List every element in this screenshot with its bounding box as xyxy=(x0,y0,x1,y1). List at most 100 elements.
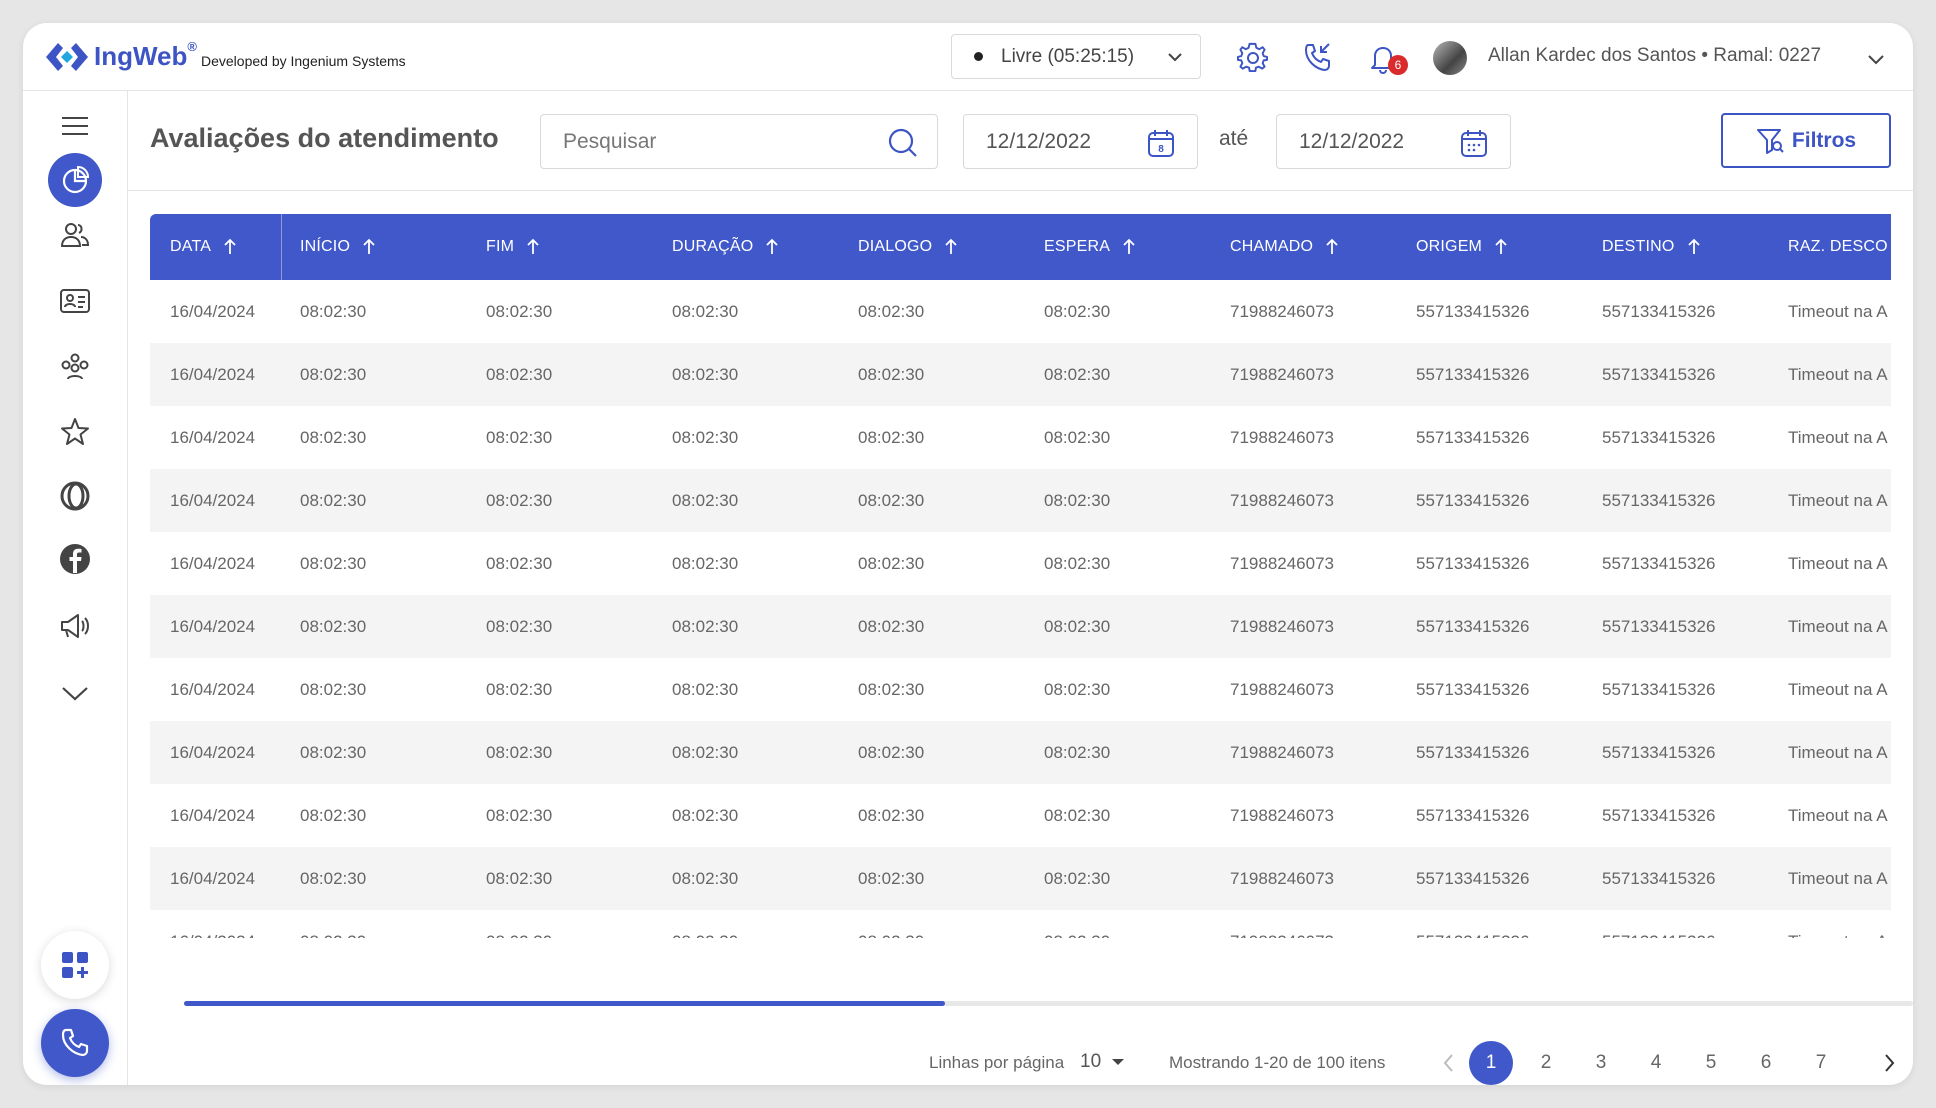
phone-history-icon[interactable] xyxy=(1301,41,1335,75)
table-cell: 557133415326 xyxy=(1416,365,1530,384)
chevron-left-icon[interactable] xyxy=(1440,1051,1458,1075)
column-header[interactable]: RAZ. DESCO xyxy=(1788,214,1888,280)
sort-arrow-icon[interactable] xyxy=(362,238,376,256)
phone-icon xyxy=(61,1028,89,1057)
table-cell: 08:02:30 xyxy=(486,617,553,636)
sidebar-item-groups[interactable] xyxy=(48,339,102,393)
sort-arrow-icon[interactable] xyxy=(1325,238,1339,256)
search-input[interactable] xyxy=(563,129,883,154)
sort-arrow-icon[interactable] xyxy=(944,238,958,256)
page-button-2[interactable]: 2 xyxy=(1524,1041,1568,1085)
chevron-right-icon[interactable] xyxy=(1880,1051,1898,1075)
column-header[interactable]: ORIGEM xyxy=(1416,214,1508,280)
sidebar-item-users[interactable] xyxy=(48,208,102,262)
table-cell: 557133415326 xyxy=(1416,617,1530,636)
call-button[interactable] xyxy=(41,1009,109,1077)
sidebar-item-campaigns[interactable] xyxy=(48,599,102,653)
table-cell: 16/04/2024 xyxy=(170,428,256,447)
table-cell: 71988246073 xyxy=(1230,743,1335,762)
column-header[interactable]: INÍCIO xyxy=(300,214,376,280)
column-header[interactable]: DATA xyxy=(170,214,237,280)
table-cell: 08:02:30 xyxy=(858,910,924,938)
table-row[interactable]: 16/04/2024 08:02:30 08:02:30 08:02:30 08:02:… xyxy=(150,784,1891,847)
sort-arrow-icon[interactable] xyxy=(223,238,237,256)
table-cell: Timeout na A xyxy=(1788,302,1888,321)
page-button-4[interactable]: 4 xyxy=(1634,1041,1678,1085)
rows-per-page-select[interactable]: 10 xyxy=(1080,1051,1125,1073)
table-row[interactable]: 16/04/2024 08:02:30 08:02:30 08:02:30 08:02:… xyxy=(150,532,1891,595)
table-cell: 08:02:30 xyxy=(672,491,739,510)
date-to-field[interactable]: 12/12/2022 xyxy=(1276,114,1511,169)
page-button-5[interactable]: 5 xyxy=(1689,1041,1733,1085)
table-cell: Timeout na A xyxy=(1788,365,1888,384)
table-cell: 71988246073 xyxy=(1230,680,1335,699)
toolbar-divider xyxy=(128,190,1913,191)
table-row[interactable]: 16/04/2024 08:02:30 08:02:30 08:02:30 08:02:… xyxy=(150,910,1891,938)
scrollbar-thumb[interactable] xyxy=(184,1001,945,1006)
data-table[interactable]: DATA INÍCIO FIM DURAÇÃO DIALOGO ESPERA CHAMADO… xyxy=(150,214,1891,938)
table-cell: 557133415326 xyxy=(1602,869,1716,888)
table-row[interactable]: 16/04/2024 08:02:30 08:02:30 08:02:30 08:02:… xyxy=(150,595,1891,658)
search-icon[interactable] xyxy=(887,127,919,159)
date-from-field[interactable]: 12/12/2022 8 xyxy=(963,114,1198,169)
status-dot xyxy=(974,52,983,61)
column-header[interactable]: DESTINO xyxy=(1602,214,1701,280)
sidebar-item-omni[interactable] xyxy=(48,469,102,523)
hamburger-icon xyxy=(62,117,88,135)
status-dropdown[interactable]: Livre (05:25:15) xyxy=(951,34,1201,79)
table-row[interactable]: 16/04/2024 08:02:30 08:02:30 08:02:30 08:02:… xyxy=(150,343,1891,406)
sidebar-item-facebook[interactable] xyxy=(48,532,102,586)
pie-chart-icon xyxy=(62,165,90,194)
chevron-down-icon[interactable] xyxy=(1866,49,1886,69)
table-row[interactable]: 16/04/2024 08:02:30 08:02:30 08:02:30 08:02:… xyxy=(150,280,1891,343)
table-cell: 08:02:30 xyxy=(1044,680,1111,699)
gear-icon[interactable] xyxy=(1236,41,1270,75)
page-button-3[interactable]: 3 xyxy=(1579,1041,1623,1085)
table-cell: 557133415326 xyxy=(1602,617,1716,636)
avatar[interactable] xyxy=(1433,41,1467,75)
sort-arrow-icon[interactable] xyxy=(526,238,540,256)
table-row[interactable]: 16/04/2024 08:02:30 08:02:30 08:02:30 08:02:… xyxy=(150,847,1891,910)
sidebar-item-more[interactable] xyxy=(48,666,102,720)
chevron-down-icon xyxy=(1168,53,1182,62)
table-header: DATA INÍCIO FIM DURAÇÃO DIALOGO ESPERA CHAMADO… xyxy=(150,214,1891,280)
apps-add-button[interactable] xyxy=(41,931,109,999)
user-info[interactable]: Allan Kardec dos Santos • Ramal: 0227 xyxy=(1488,45,1821,67)
column-header[interactable]: ESPERA xyxy=(1044,214,1136,280)
column-header[interactable]: DURAÇÃO xyxy=(672,214,779,280)
table-row[interactable]: 16/04/2024 08:02:30 08:02:30 08:02:30 08:02:… xyxy=(150,469,1891,532)
page-button-6[interactable]: 6 xyxy=(1744,1041,1788,1085)
caret-down-icon xyxy=(1112,1059,1125,1065)
sort-arrow-icon[interactable] xyxy=(1122,238,1136,256)
search-box[interactable] xyxy=(540,114,938,169)
filter-button[interactable]: Filtros xyxy=(1721,113,1891,168)
table-cell: Timeout na A xyxy=(1788,680,1888,699)
table-cell: 08:02:30 xyxy=(858,491,925,510)
column-header[interactable]: DIALOGO xyxy=(858,214,958,280)
sidebar-item-favorites[interactable] xyxy=(48,405,102,459)
table-cell: Timeout na A xyxy=(1788,869,1888,888)
table-row[interactable]: 16/04/2024 08:02:30 08:02:30 08:02:30 08:02:… xyxy=(150,721,1891,784)
sort-arrow-icon[interactable] xyxy=(1494,238,1508,256)
table-cell: 557133415326 xyxy=(1416,554,1530,573)
sidebar-item-dashboard[interactable] xyxy=(48,153,102,207)
table-cell: 71988246073 xyxy=(1230,910,1334,938)
table-row[interactable]: 16/04/2024 08:02:30 08:02:30 08:02:30 08:02:… xyxy=(150,658,1891,721)
table-cell: 557133415326 xyxy=(1416,806,1530,825)
table-cell: 16/04/2024 xyxy=(170,743,256,762)
sort-arrow-icon[interactable] xyxy=(765,238,779,256)
sidebar-item-menu[interactable] xyxy=(48,99,102,153)
table-cell: 08:02:30 xyxy=(1044,365,1111,384)
calendar-icon[interactable]: 8 xyxy=(1147,128,1175,158)
table-cell: 557133415326 xyxy=(1416,491,1530,510)
sidebar-item-contacts[interactable] xyxy=(48,274,102,328)
table-cell: 08:02:30 xyxy=(300,680,367,699)
table-row[interactable]: 16/04/2024 08:02:30 08:02:30 08:02:30 08:02:… xyxy=(150,406,1891,469)
column-header[interactable]: CHAMADO xyxy=(1230,214,1339,280)
page-button-1[interactable]: 1 xyxy=(1469,1041,1513,1085)
page-button-7[interactable]: 7 xyxy=(1799,1041,1843,1085)
sort-arrow-icon[interactable] xyxy=(1687,238,1701,256)
column-header[interactable]: FIM xyxy=(486,214,540,280)
calendar-icon[interactable] xyxy=(1460,128,1488,158)
table-cell: 557133415326 xyxy=(1416,743,1530,762)
